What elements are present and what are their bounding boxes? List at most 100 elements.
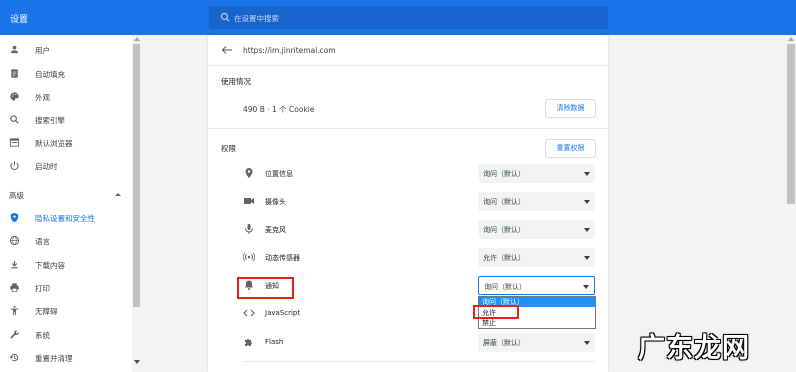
chevron-down-icon	[584, 200, 590, 204]
chevron-down-icon	[584, 341, 590, 345]
highlight-box-notifications	[237, 277, 294, 299]
sidebar-item-label: 语言	[35, 237, 50, 246]
puzzle-icon	[245, 339, 252, 346]
permission-label: JavaScript	[265, 309, 301, 317]
chevron-down-icon	[584, 228, 590, 232]
sidebar-item-printing[interactable]: 打印	[0, 278, 132, 298]
select-value: 询问（默认）	[483, 226, 525, 234]
microphone-permission-select[interactable]: 询问（默认）	[478, 220, 595, 239]
page-title: 设置	[10, 15, 29, 25]
select-value: 询问（默认）	[484, 283, 526, 291]
sensor-icon	[243, 252, 255, 262]
watermark: 广东龙网	[606, 320, 792, 368]
dropdown-option-block[interactable]: 禁止	[479, 318, 595, 328]
wrench-icon	[10, 330, 19, 339]
camera-icon	[244, 198, 254, 204]
sidebar-item-users[interactable]: 用户	[0, 40, 132, 60]
advanced-toggle-label[interactable]: 高级	[9, 190, 24, 201]
reset-permissions-button[interactable]: 重置权限	[545, 139, 596, 158]
select-value: 询问（默认）	[483, 198, 525, 206]
sidebar-item-label: 自动填充	[35, 70, 65, 79]
sidebar-item-label: 启动时	[35, 162, 58, 171]
permission-row-location: 位置信息 询问（默认）	[243, 163, 603, 185]
sidebar-item-label: 重置并清理	[35, 354, 73, 363]
sidebar-item-label: 搜索引擎	[35, 116, 65, 125]
usage-value: 490 B · 1 个 Cookie	[243, 105, 315, 114]
permission-label: 动态传感器	[265, 254, 300, 262]
sidebar-item-label: 隐私设置和安全性	[35, 214, 95, 223]
palette-icon	[10, 92, 19, 101]
permission-label: 位置信息	[265, 170, 293, 178]
sidebar-item-label: 无障碍	[35, 307, 58, 316]
sidebar-item-label: 下载内容	[35, 261, 65, 270]
select-value: 屏蔽（默认）	[483, 339, 525, 347]
scroll-up-arrow-icon[interactable]	[788, 37, 794, 41]
search-icon	[220, 12, 230, 22]
sidebar-item-appearance[interactable]: 外观	[0, 87, 132, 107]
sidebar-item-search-engine[interactable]: 搜索引擎	[0, 110, 132, 130]
globe-icon	[9, 235, 20, 246]
permission-label: 麦克风	[265, 226, 286, 234]
highlight-box-allow-option	[473, 305, 519, 319]
sidebar-item-autofill[interactable]: 自动填充	[0, 64, 132, 84]
accessibility-icon	[10, 305, 19, 316]
sidebar-item-privacy-security[interactable]: 隐私设置和安全性	[0, 208, 132, 228]
sidebar: 用户 自动填充 外观 搜索引擎 默认浏览器 启动时 高级 隐私设置和安全性 语言…	[0, 35, 132, 372]
sidebar-item-label: 外观	[35, 93, 50, 102]
permission-row-camera: 摄像头 询问（默认）	[243, 191, 603, 213]
shield-icon	[10, 212, 19, 223]
clear-data-button[interactable]: 清除数据	[545, 99, 596, 118]
select-value: 允许（默认）	[483, 254, 525, 262]
chevron-up-icon[interactable]	[115, 193, 121, 196]
permission-label: 摄像头	[265, 198, 286, 206]
permission-row-notifications: 通知 询问（默认）	[243, 275, 603, 297]
browser-icon	[9, 138, 20, 147]
permission-row-sensors: 动态传感器 允许（默认）	[243, 247, 603, 269]
person-icon	[10, 45, 19, 54]
sidebar-item-default-browser[interactable]: 默认浏览器	[0, 133, 132, 153]
chevron-down-icon	[583, 285, 589, 289]
microphone-icon	[245, 224, 253, 234]
usage-section-title: 使用情况	[221, 77, 251, 86]
sidebar-item-label: 用户	[35, 46, 50, 55]
divider	[208, 128, 608, 129]
flash-permission-select[interactable]: 屏蔽（默认）	[478, 333, 595, 352]
sidebar-item-system[interactable]: 系统	[0, 325, 132, 345]
sidebar-item-label: 打印	[35, 284, 50, 293]
search-input[interactable]: 在设置中搜索	[209, 6, 608, 29]
sidebar-item-languages[interactable]: 语言	[0, 231, 132, 251]
watermark-text: 广东龙网	[638, 333, 750, 364]
search-icon	[10, 115, 19, 124]
sidebar-item-label: 默认浏览器	[35, 139, 73, 148]
notifications-permission-select[interactable]: 询问（默认）	[478, 276, 595, 295]
top-bar: 设置 在设置中搜索	[0, 0, 796, 35]
chevron-down-icon	[584, 256, 590, 260]
divider	[243, 361, 595, 362]
scroll-up-arrow-icon[interactable]	[134, 37, 140, 41]
permissions-section-title: 权限	[221, 144, 236, 153]
sidebar-item-accessibility[interactable]: 无障碍	[0, 301, 132, 321]
main-scrollbar-thumb[interactable]	[787, 44, 795, 204]
permission-row-microphone: 麦克风 询问（默认）	[243, 219, 603, 241]
camera-permission-select[interactable]: 询问（默认）	[478, 192, 595, 211]
divider	[208, 65, 608, 66]
download-icon	[11, 260, 18, 269]
location-icon	[245, 168, 253, 178]
clipboard-icon	[11, 69, 18, 78]
chevron-down-icon	[584, 172, 590, 176]
sidebar-item-label: 系统	[35, 331, 50, 340]
print-icon	[10, 283, 19, 292]
sidebar-item-reset[interactable]: 重置并清理	[0, 348, 132, 368]
sensors-permission-select[interactable]: 允许（默认）	[478, 248, 595, 267]
scroll-down-arrow-icon[interactable]	[134, 360, 140, 364]
back-arrow-icon[interactable]	[221, 45, 233, 55]
history-icon	[9, 353, 19, 362]
sidebar-item-downloads[interactable]: 下载内容	[0, 255, 132, 275]
sidebar-item-on-startup[interactable]: 启动时	[0, 156, 132, 176]
site-url: https://im.jinritemai.com	[243, 46, 336, 55]
select-value: 询问（默认）	[483, 170, 525, 178]
power-icon	[10, 161, 19, 171]
sidebar-scrollbar-thumb[interactable]	[133, 44, 140, 307]
location-permission-select[interactable]: 询问（默认）	[478, 164, 595, 183]
search-placeholder: 在设置中搜索	[234, 14, 279, 23]
